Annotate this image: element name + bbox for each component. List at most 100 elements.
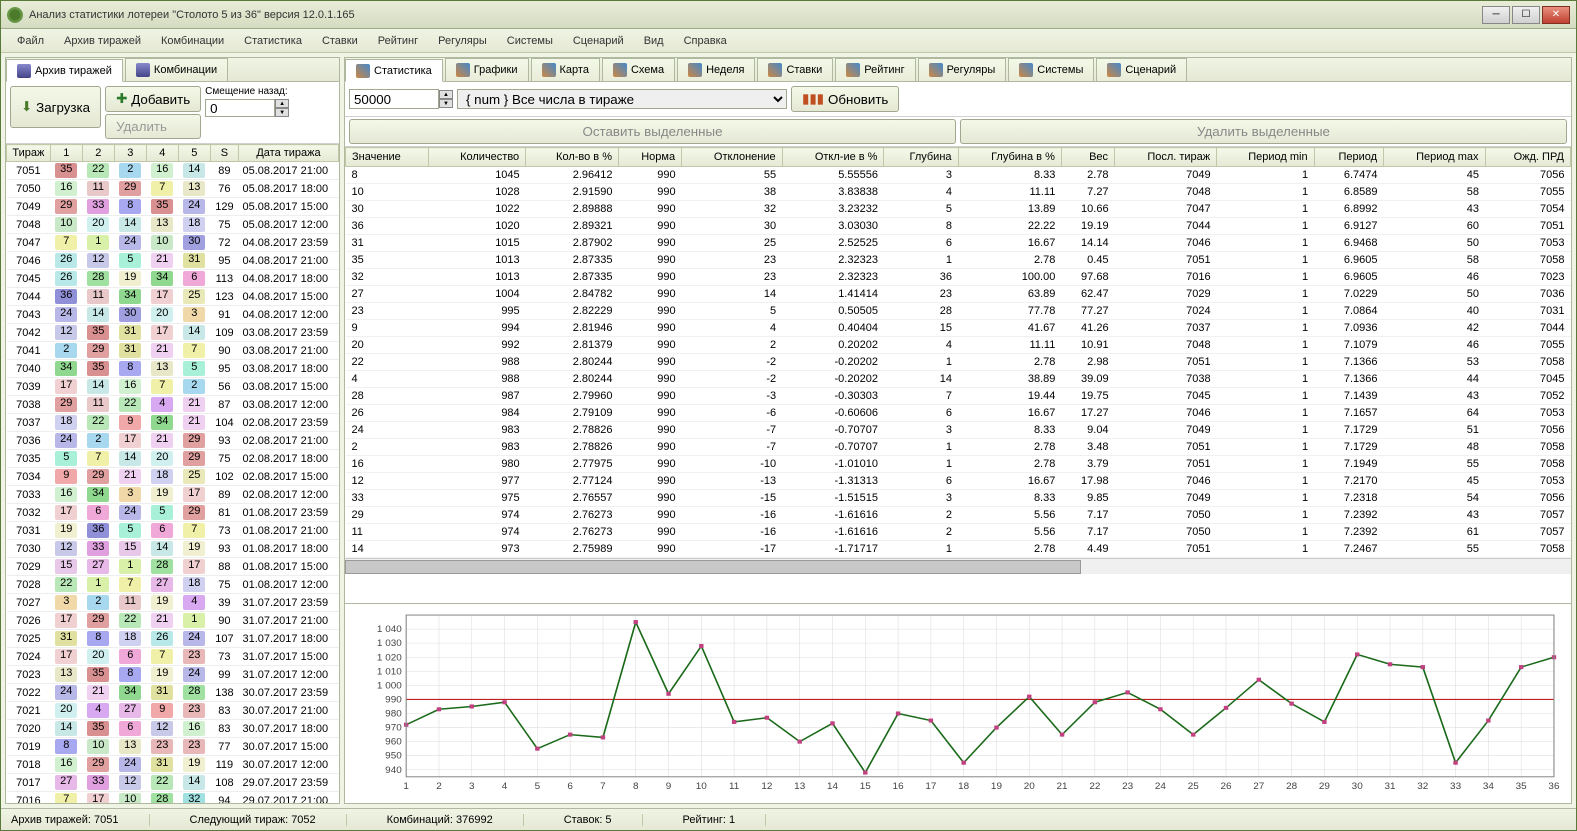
menu-регуляры[interactable]: Регуляры bbox=[430, 33, 495, 49]
count-up[interactable]: ▲ bbox=[439, 90, 453, 99]
stats-row[interactable]: 2710042.84782990141.414142363.8962.47702… bbox=[346, 286, 1571, 303]
left-tab[interactable]: Архив тиражей bbox=[6, 59, 123, 82]
archive-row[interactable]: 7028221727187501.08.2017 12:00 bbox=[7, 576, 339, 594]
stats-row[interactable]: 29832.78826990-7-0.7070712.783.48705117.… bbox=[346, 439, 1571, 456]
archive-row[interactable]: 70231335819249931.07.2017 12:00 bbox=[7, 666, 339, 684]
right-tab-Сценарий[interactable]: Сценарий bbox=[1096, 58, 1187, 81]
stats-row[interactable]: 49882.80244990-2-0.202021438.8939.097038… bbox=[346, 371, 1571, 388]
stats-header[interactable]: Период min bbox=[1217, 148, 1314, 167]
stats-row[interactable]: 129772.77124990-13-1.31313616.6717.98704… bbox=[346, 473, 1571, 490]
horizontal-scrollbar[interactable] bbox=[345, 558, 1571, 574]
stats-header[interactable]: Значение bbox=[346, 148, 429, 167]
stats-row[interactable]: 209922.8137999020.20202411.1110.91704817… bbox=[346, 337, 1571, 354]
stats-row[interactable]: 269842.79109990-6-0.60606616.6717.277046… bbox=[346, 405, 1571, 422]
stats-header[interactable]: Глубина в % bbox=[958, 148, 1061, 167]
refresh-button[interactable]: ▮▮▮ Обновить bbox=[791, 86, 899, 112]
archive-row[interactable]: 7018162924311911930.07.2017 12:00 bbox=[7, 756, 339, 774]
archive-row[interactable]: 7032176245298101.08.2017 23:59 bbox=[7, 504, 339, 522]
maximize-button[interactable]: ☐ bbox=[1512, 6, 1540, 24]
right-tab-Схема[interactable]: Схема bbox=[602, 58, 675, 81]
stats-row[interactable]: 1010282.91590990383.83838411.117.2770481… bbox=[346, 184, 1571, 201]
menu-комбинации[interactable]: Комбинации bbox=[153, 33, 232, 49]
stats-row[interactable]: 3510132.87335990232.3232312.780.45705116… bbox=[346, 252, 1571, 269]
stats-header[interactable]: Норма bbox=[618, 148, 681, 167]
stats-header[interactable]: Количество bbox=[429, 148, 526, 167]
keep-selected-button[interactable]: Оставить выделенные bbox=[349, 119, 956, 144]
archive-row[interactable]: 7047712410307204.08.2017 23:59 bbox=[7, 234, 339, 252]
archive-row[interactable]: 7024172067237331.07.2017 15:00 bbox=[7, 648, 339, 666]
count-down[interactable]: ▼ bbox=[439, 99, 453, 108]
stats-header[interactable]: Период bbox=[1314, 148, 1383, 167]
archive-header[interactable]: 2 bbox=[82, 145, 114, 162]
stats-row[interactable]: 3610202.89321990303.03030822.2219.197044… bbox=[346, 218, 1571, 235]
archive-row[interactable]: 7022242134312813830.07.2017 23:59 bbox=[7, 684, 339, 702]
right-tab-Карта[interactable]: Карта bbox=[531, 58, 600, 81]
menu-системы[interactable]: Системы bbox=[499, 33, 561, 49]
archive-header[interactable]: S bbox=[210, 145, 238, 162]
archive-header[interactable]: Тираж bbox=[7, 145, 51, 162]
stats-header[interactable]: Посл. тираж bbox=[1115, 148, 1217, 167]
archive-row[interactable]: 70432414302039104.08.2017 12:00 bbox=[7, 306, 339, 324]
menu-рейтинг[interactable]: Рейтинг bbox=[370, 33, 426, 49]
delete-button[interactable]: Удалить bbox=[105, 114, 201, 139]
stats-row[interactable]: 3110152.87902990252.52525616.6714.147046… bbox=[346, 235, 1571, 252]
archive-row[interactable]: 7041229312179003.08.2017 21:00 bbox=[7, 342, 339, 360]
archive-row[interactable]: 703492921182510202.08.2017 15:00 bbox=[7, 468, 339, 486]
stats-row[interactable]: 149732.75989990-17-1.7171712.784.4970511… bbox=[346, 541, 1571, 558]
menu-сценарий[interactable]: Сценарий bbox=[565, 33, 632, 49]
delete-selected-button[interactable]: Удалить выделенные bbox=[960, 119, 1567, 144]
load-button[interactable]: ⬇ Загрузка bbox=[10, 86, 101, 128]
right-tab-Неделя[interactable]: Неделя bbox=[677, 58, 755, 81]
archive-table[interactable]: Тираж12345SДата тиража 70513522216148905… bbox=[6, 144, 339, 803]
offset-up[interactable]: ▲ bbox=[275, 99, 289, 108]
archive-row[interactable]: 70362421721299302.08.2017 21:00 bbox=[7, 432, 339, 450]
stats-header[interactable]: Кол-во в % bbox=[526, 148, 619, 167]
right-tab-Рейтинг[interactable]: Рейтинг bbox=[835, 58, 915, 81]
archive-header[interactable]: 1 bbox=[50, 145, 82, 162]
menu-справка[interactable]: Справка bbox=[676, 33, 735, 49]
archive-header[interactable]: Дата тиража bbox=[238, 145, 338, 162]
menu-ставки[interactable]: Ставки bbox=[314, 33, 366, 49]
stats-row[interactable]: 249832.78826990-7-0.7070738.339.04704917… bbox=[346, 422, 1571, 439]
archive-row[interactable]: 704526281934611304.08.2017 18:00 bbox=[7, 270, 339, 288]
archive-row[interactable]: 70167171028329429.07.2017 21:00 bbox=[7, 792, 339, 804]
archive-row[interactable]: 70331634319178902.08.2017 12:00 bbox=[7, 486, 339, 504]
stats-header[interactable]: Откл-ие в % bbox=[782, 148, 884, 167]
archive-row[interactable]: 7042123531171410903.08.2017 23:59 bbox=[7, 324, 339, 342]
right-tab-Графики[interactable]: Графики bbox=[445, 58, 529, 81]
stats-row[interactable]: 169802.77975990-10-1.0101012.783.7970511… bbox=[346, 456, 1571, 473]
menu-статистика[interactable]: Статистика bbox=[236, 33, 310, 49]
archive-row[interactable]: 7039171416725603.08.2017 15:00 bbox=[7, 378, 339, 396]
offset-down[interactable]: ▼ bbox=[275, 108, 289, 117]
archive-row[interactable]: 70513522216148905.08.2017 21:00 bbox=[7, 162, 339, 180]
stats-header[interactable]: Глубина bbox=[884, 148, 958, 167]
archive-header[interactable]: 4 bbox=[146, 145, 178, 162]
stats-row[interactable]: 3010222.89888990323.23232513.8910.667047… bbox=[346, 201, 1571, 218]
stats-table[interactable]: ЗначениеКоличествоКол-во в %НормаОтклоне… bbox=[345, 147, 1571, 603]
stats-header[interactable]: Отклонение bbox=[682, 148, 783, 167]
stats-header[interactable]: Ожд. ПРД bbox=[1485, 148, 1570, 167]
archive-row[interactable]: 7035571420297502.08.2017 18:00 bbox=[7, 450, 339, 468]
stats-row[interactable]: 299742.76273990-16-1.6161625.567.1770501… bbox=[346, 507, 1571, 524]
filter-select[interactable]: { num } Все числа в тираже bbox=[457, 89, 787, 109]
archive-row[interactable]: 7021204279238330.07.2017 21:00 bbox=[7, 702, 339, 720]
stats-row[interactable]: 289872.79960990-3-0.30303719.4419.757045… bbox=[346, 388, 1571, 405]
stats-header[interactable]: Вес bbox=[1061, 148, 1114, 167]
right-tab-Системы[interactable]: Системы bbox=[1008, 58, 1094, 81]
stats-row[interactable]: 339752.76557990-15-1.5151538.339.8570491… bbox=[346, 490, 1571, 507]
stats-row[interactable]: 99942.8194699040.404041541.6741.26703717… bbox=[346, 320, 1571, 337]
stats-row[interactable]: 119742.76273990-16-1.6161625.567.1770501… bbox=[346, 524, 1571, 541]
right-tab-Регуляры[interactable]: Регуляры bbox=[918, 58, 1007, 81]
archive-row[interactable]: 70198101323237730.07.2017 15:00 bbox=[7, 738, 339, 756]
archive-row[interactable]: 70382911224218703.08.2017 12:00 bbox=[7, 396, 339, 414]
menu-вид[interactable]: Вид bbox=[636, 33, 672, 49]
stats-header[interactable]: Период max bbox=[1384, 148, 1486, 167]
stats-row[interactable]: 239952.8222999050.505052877.7877.2770241… bbox=[346, 303, 1571, 320]
archive-row[interactable]: 703718229342110402.08.2017 23:59 bbox=[7, 414, 339, 432]
archive-row[interactable]: 704810201413187505.08.2017 12:00 bbox=[7, 216, 339, 234]
right-tab-Ставки[interactable]: Ставки bbox=[757, 58, 833, 81]
archive-header[interactable]: 5 bbox=[178, 145, 210, 162]
stats-row[interactable]: 810452.96412990555.5555638.332.78704916.… bbox=[346, 167, 1571, 184]
close-button[interactable]: ✕ bbox=[1542, 6, 1570, 24]
menu-архив тиражей[interactable]: Архив тиражей bbox=[56, 33, 149, 49]
